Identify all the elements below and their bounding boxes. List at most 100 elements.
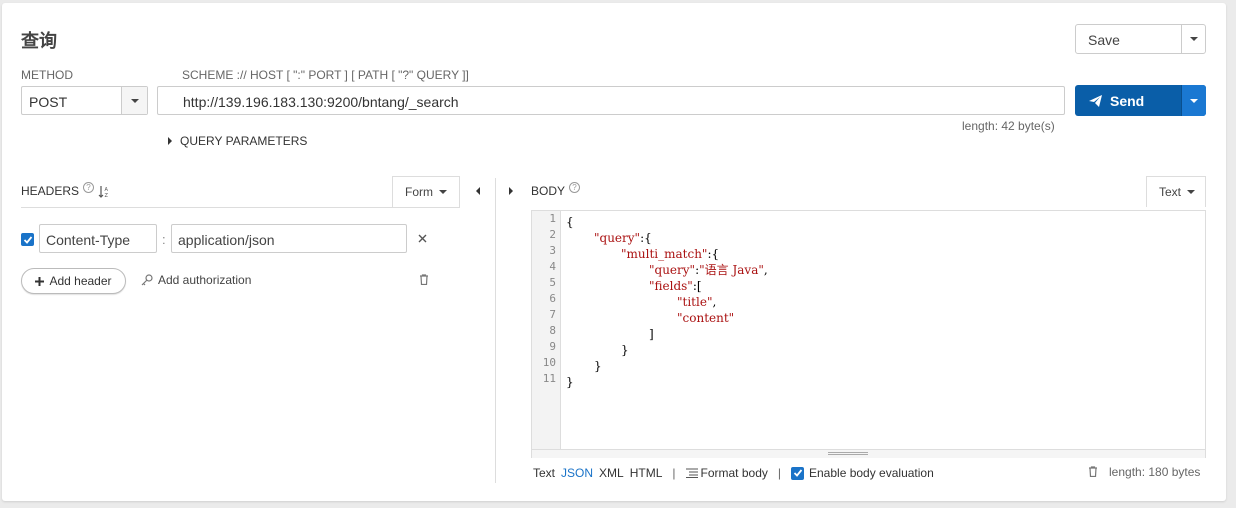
query-parameters-toggle[interactable]: QUERY PARAMETERS (168, 134, 307, 148)
collapse-left-button[interactable] (476, 187, 480, 195)
headers-divider (21, 207, 460, 208)
line-number: 5 (549, 276, 556, 289)
help-icon[interactable]: ? (83, 181, 95, 193)
code-token: "语言 Java" (699, 263, 764, 277)
grip-icon (828, 452, 868, 455)
caret-left-icon (476, 187, 480, 195)
code-line: "title", (566, 294, 768, 310)
chevron-down-icon (439, 190, 447, 194)
clear-body-button[interactable] (1088, 465, 1098, 480)
code-token: :{ (707, 247, 720, 261)
line-number: 10 (542, 356, 556, 369)
code-token: "multi_match" (621, 247, 708, 261)
body-title-text: BODY (531, 184, 566, 198)
line-number: 6 (549, 292, 556, 305)
line-gutter: 1 2 3 4 5 6 7 8 9 10 11 (532, 211, 561, 449)
add-header-label: Add header (49, 274, 112, 288)
chevron-down-icon (130, 98, 139, 103)
line-number: 4 (549, 260, 556, 273)
line-number: 8 (549, 324, 556, 337)
check-icon (793, 469, 802, 477)
code-token: ] (649, 327, 654, 341)
body-editor[interactable]: 1 2 3 4 5 6 7 8 9 10 11 { "query":{ "mul… (531, 210, 1206, 458)
footer-separator: | (777, 466, 781, 480)
editor-resize-handle[interactable] (532, 449, 1205, 458)
header-colon: : (162, 232, 166, 247)
footer-separator: | (672, 466, 676, 480)
panel-splitter[interactable] (495, 178, 496, 483)
code-content[interactable]: { "query":{ "multi_match":{ "query":"语言 … (566, 214, 768, 390)
format-html[interactable]: HTML (630, 466, 663, 480)
send-caret-button[interactable] (1181, 85, 1206, 116)
query-parameters-label: QUERY PARAMETERS (180, 134, 308, 148)
code-token: "title" (677, 295, 713, 309)
body-footer: Text JSON XML HTML | Format body | Enabl… (533, 466, 934, 480)
trash-icon (1089, 466, 1097, 478)
code-line: } (566, 342, 768, 358)
chevron-down-icon (1190, 98, 1198, 103)
line-number: 3 (549, 244, 556, 257)
code-token: :{ (640, 231, 652, 245)
format-text[interactable]: Text (533, 466, 555, 480)
code-line: "query":{ (566, 230, 768, 246)
code-token: { (566, 215, 574, 229)
headers-mode-label: Form (405, 185, 433, 199)
code-line: ] (566, 326, 768, 342)
code-token: :[ (692, 279, 702, 293)
format-body-button[interactable]: Format body (685, 466, 768, 480)
sort-icon[interactable]: AZ (98, 185, 110, 198)
save-caret-button[interactable] (1181, 25, 1205, 53)
header-name-input[interactable]: Content-Type (39, 224, 157, 253)
code-line: { (566, 214, 768, 230)
line-number: 1 (549, 212, 556, 225)
code-line: "content" (566, 310, 768, 326)
headers-title-text: HEADERS (21, 184, 80, 198)
code-token: , (763, 263, 768, 277)
body-mode-label: Text (1159, 185, 1182, 199)
code-token: } (621, 343, 629, 357)
headers-mode-dropdown[interactable]: Form (392, 176, 460, 207)
body-mode-dropdown[interactable]: Text (1146, 176, 1206, 207)
page-title: 查询 (21, 31, 57, 52)
code-line: "fields":[ (566, 278, 768, 294)
enable-evaluation-checkbox[interactable] (791, 466, 804, 480)
add-authorization-button[interactable]: Add authorization (141, 273, 251, 287)
code-token: "query" (594, 231, 641, 245)
plus-icon (35, 276, 45, 286)
caret-right-icon (509, 187, 513, 195)
trash-icon (420, 274, 428, 285)
collapse-right-button[interactable] (509, 187, 513, 195)
paper-plane-icon (1089, 94, 1102, 107)
format-json[interactable]: JSON (561, 466, 593, 480)
delete-all-headers-button[interactable] (419, 274, 429, 285)
enable-evaluation-toggle[interactable]: Enable body evaluation (791, 466, 934, 480)
save-label[interactable]: Save (1076, 25, 1181, 53)
code-line: } (566, 358, 768, 374)
method-value[interactable]: POST (22, 87, 121, 114)
header-value-input[interactable]: application/json (171, 224, 407, 253)
add-header-button[interactable]: Add header (21, 268, 126, 294)
method-caret-button[interactable] (121, 87, 147, 114)
send-button[interactable]: Send (1075, 85, 1181, 116)
code-token: "content" (677, 311, 735, 325)
key-icon (141, 274, 153, 286)
line-number: 2 (549, 228, 556, 241)
method-label: METHOD (21, 68, 73, 82)
code-line: "query":"语言 Java", (566, 262, 768, 278)
svg-text:Z: Z (105, 193, 109, 198)
save-dropdown[interactable]: Save (1075, 24, 1206, 54)
caret-right-icon (168, 137, 172, 145)
url-input[interactable]: http://139.196.183.130:9200/bntang/_sear… (157, 86, 1065, 115)
remove-header-button[interactable] (418, 234, 427, 243)
format-body-label: Format body (700, 466, 768, 480)
help-icon[interactable]: ? (569, 181, 581, 193)
code-line: "multi_match":{ (566, 246, 768, 262)
method-select[interactable]: POST (21, 86, 148, 115)
format-xml[interactable]: XML (599, 466, 624, 480)
code-token: "fields" (649, 279, 693, 293)
body-title: BODY ? (531, 181, 581, 198)
code-line: } (566, 374, 768, 390)
header-enabled-checkbox[interactable] (21, 233, 34, 246)
line-number: 11 (542, 372, 556, 385)
send-button-group[interactable]: Send (1075, 85, 1206, 116)
